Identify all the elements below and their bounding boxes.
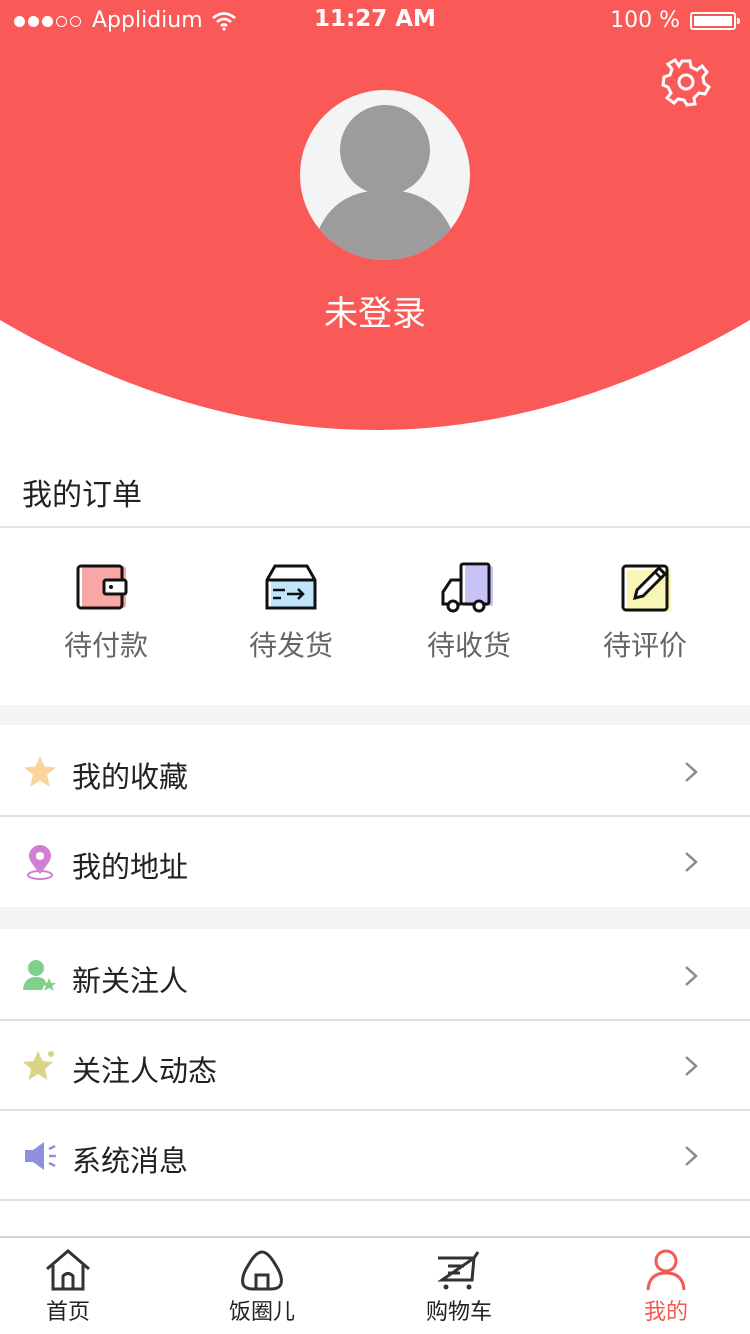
order-pending-payment[interactable]: 待付款 xyxy=(41,560,171,664)
tab-fan-circle[interactable]: 饭圈儿 xyxy=(202,1248,322,1326)
tab-label: 饭圈儿 xyxy=(228,1300,295,1325)
section-gap xyxy=(0,705,750,725)
tab-mine[interactable]: 我的 xyxy=(606,1248,726,1326)
tab-label: 首页 xyxy=(45,1300,90,1325)
truck-icon xyxy=(441,562,493,613)
profile-icon xyxy=(646,1249,686,1291)
battery-icon xyxy=(690,11,740,30)
menu-favorites[interactable]: 我的收藏 xyxy=(0,727,750,817)
menu-label: 我的地址 xyxy=(72,850,189,884)
login-status-text[interactable]: 未登录 xyxy=(0,286,750,335)
user-avatar-icon[interactable] xyxy=(300,90,470,260)
orders-title: 我的订单 xyxy=(22,478,142,513)
tab-label: 购物车 xyxy=(425,1300,492,1325)
order-pending-review[interactable]: 待评价 xyxy=(580,560,710,664)
row-divider xyxy=(0,1199,750,1201)
menu-system-messages[interactable]: 系统消息 xyxy=(0,1111,750,1201)
menu-label: 新关注人 xyxy=(72,964,189,998)
star-icon xyxy=(24,756,56,787)
menu-label: 我的收藏 xyxy=(72,760,189,794)
chevron-right-icon xyxy=(685,762,698,782)
follow-activity-icon xyxy=(23,1051,54,1080)
location-pin-icon xyxy=(27,845,53,880)
section-gap xyxy=(0,907,750,929)
menu-new-followers[interactable]: 新关注人 xyxy=(0,931,750,1021)
tab-home[interactable]: 首页 xyxy=(8,1248,128,1326)
rice-ball-icon xyxy=(241,1250,283,1291)
menu-label: 系统消息 xyxy=(72,1144,189,1178)
tab-label: 我的 xyxy=(643,1300,688,1325)
box-ship-icon xyxy=(265,564,317,610)
menu-label: 关注人动态 xyxy=(72,1054,218,1088)
chevron-right-icon xyxy=(685,1056,698,1076)
order-status-grid: 待付款 待发货 待收货 待评价 xyxy=(0,530,750,705)
orders-divider xyxy=(0,526,750,528)
tab-bar: 首页 饭圈儿 购物车 我的 xyxy=(0,1236,750,1334)
chevron-right-icon xyxy=(685,1146,698,1166)
order-label: 待收货 xyxy=(426,629,511,662)
order-label: 待付款 xyxy=(63,629,148,662)
tab-cart[interactable]: 购物车 xyxy=(399,1248,519,1326)
cart-icon xyxy=(437,1251,480,1290)
status-bar: Applidium 11:27 AM 100 % xyxy=(0,0,750,40)
battery-percent: 100 % xyxy=(610,8,680,33)
order-pending-shipment[interactable]: 待发货 xyxy=(226,560,356,664)
wallet-icon xyxy=(76,564,128,610)
order-pending-receipt[interactable]: 待收货 xyxy=(404,560,534,664)
chevron-right-icon xyxy=(685,852,698,872)
menu-address[interactable]: 我的地址 xyxy=(0,817,750,907)
order-label: 待发货 xyxy=(248,629,333,662)
home-icon xyxy=(46,1249,90,1291)
menu-follow-activity[interactable]: 关注人动态 xyxy=(0,1021,750,1111)
status-right: 100 % xyxy=(610,8,740,33)
edit-review-icon xyxy=(621,564,671,612)
order-label: 待评价 xyxy=(602,629,687,662)
gear-icon[interactable] xyxy=(660,56,712,108)
megaphone-icon xyxy=(25,1142,56,1170)
new-follower-icon xyxy=(23,960,56,991)
avatar-silhouette xyxy=(315,105,455,260)
chevron-right-icon xyxy=(685,966,698,986)
